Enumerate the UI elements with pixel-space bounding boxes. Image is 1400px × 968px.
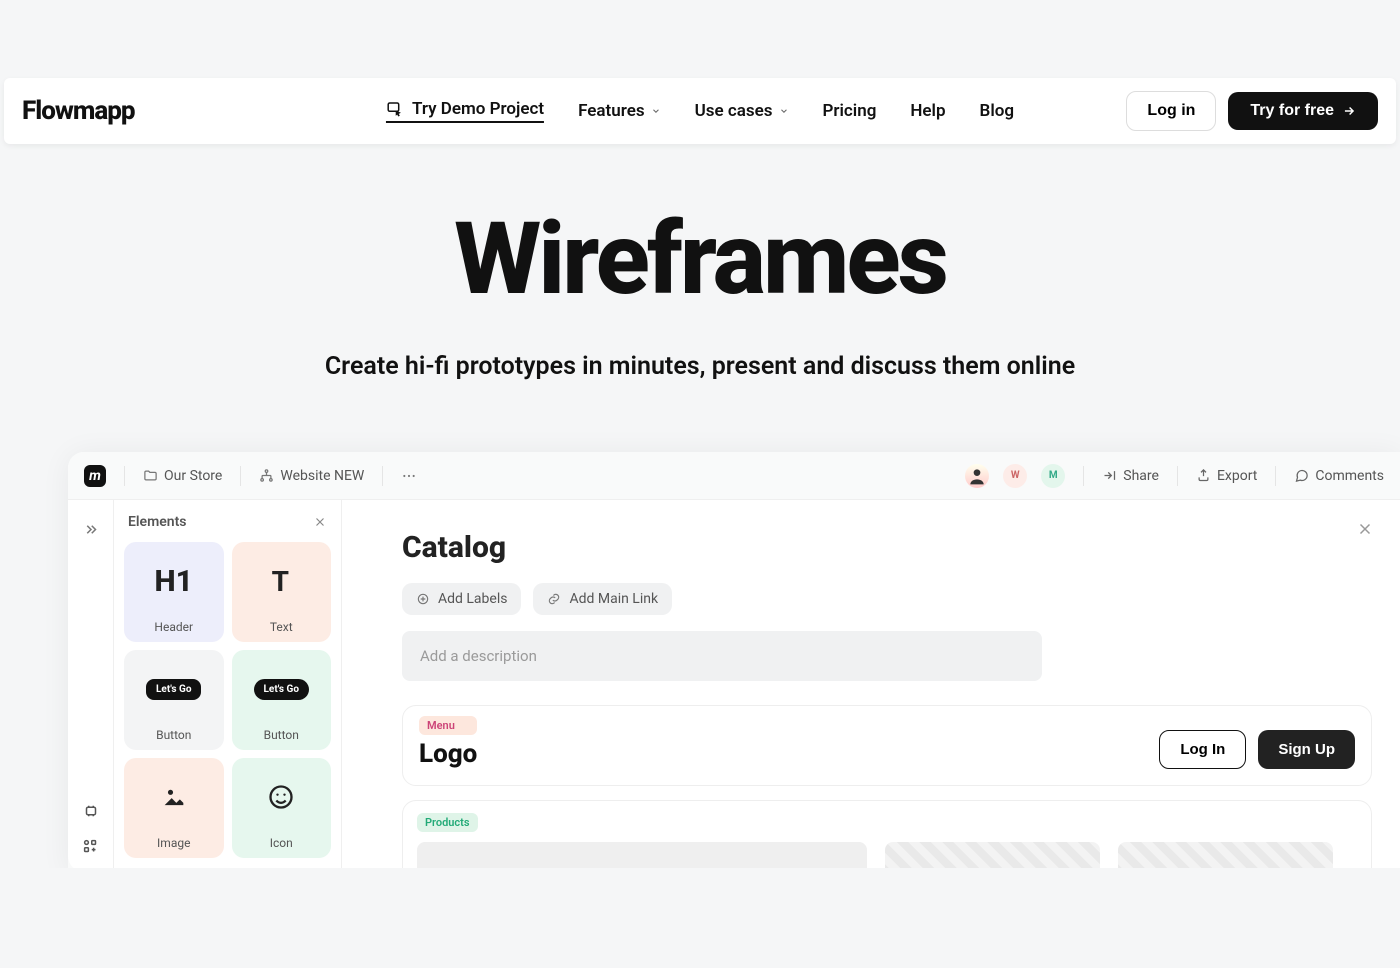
login-button[interactable]: Log in xyxy=(1126,91,1216,131)
add-link-text: Add Main Link xyxy=(569,591,658,607)
wireframe-menu-block[interactable]: Menu Logo Log In Sign Up xyxy=(402,705,1372,786)
tag-plus-icon xyxy=(416,592,430,606)
wireframe-signup-button[interactable]: Sign Up xyxy=(1258,730,1355,769)
share-icon xyxy=(1102,468,1117,483)
image-icon xyxy=(160,783,188,811)
bottom-mask xyxy=(0,868,1400,968)
separator xyxy=(1177,466,1178,486)
element-header-label: Header xyxy=(154,620,193,642)
nav-help-label: Help xyxy=(910,101,945,121)
element-button2-label: Button xyxy=(264,728,299,750)
separator xyxy=(382,466,383,486)
element-header-vis: H1 xyxy=(124,542,224,620)
brand-logo[interactable]: Flowmapp xyxy=(22,96,135,126)
nav-features[interactable]: Features xyxy=(578,101,661,121)
crumb-file[interactable]: Website NEW xyxy=(259,468,364,484)
nav-pricing-label: Pricing xyxy=(822,101,876,121)
add-labels-text: Add Labels xyxy=(438,591,507,607)
avatar-m[interactable]: M xyxy=(1041,464,1065,488)
hero-title: Wireframes xyxy=(0,210,1400,310)
folder-icon xyxy=(143,468,158,483)
share-button[interactable]: Share xyxy=(1102,468,1159,484)
element-text-label: Text xyxy=(270,620,293,642)
element-button-round[interactable]: Let's Go Button xyxy=(232,650,332,750)
element-image-label: Image xyxy=(157,836,190,858)
crumb-file-label: Website NEW xyxy=(280,468,364,484)
pill-round: Let's Go xyxy=(254,679,309,700)
wireframe-login-button[interactable]: Log In xyxy=(1159,730,1246,769)
nav-demo-label: Try Demo Project xyxy=(412,99,544,119)
element-icon-label: Icon xyxy=(270,836,293,858)
close-icon[interactable] xyxy=(313,515,327,529)
tag-products: Products xyxy=(417,813,478,832)
close-icon[interactable] xyxy=(1356,520,1374,538)
app-logo-icon[interactable]: m xyxy=(84,465,106,487)
element-button-square[interactable]: Let's Go Button xyxy=(124,650,224,750)
cursor-click-icon xyxy=(386,100,404,118)
nav-blog-label: Blog xyxy=(980,101,1015,121)
chevron-down-icon xyxy=(651,106,661,116)
element-icon[interactable]: Icon xyxy=(232,758,332,858)
separator xyxy=(1275,466,1276,486)
nav-center: Try Demo Project Features Use cases Pric… xyxy=(386,99,1014,123)
add-labels-chip[interactable]: Add Labels xyxy=(402,583,521,615)
nav-usecases[interactable]: Use cases xyxy=(695,101,789,121)
collapse-icon[interactable] xyxy=(82,522,100,540)
element-button1-label: Button xyxy=(156,728,191,750)
nav-try-demo[interactable]: Try Demo Project xyxy=(386,99,544,123)
export-label: Export xyxy=(1217,468,1257,484)
hero-subtitle: Create hi-fi prototypes in minutes, pres… xyxy=(0,352,1400,381)
crumb-project-label: Our Store xyxy=(164,468,222,484)
left-rail xyxy=(68,500,114,872)
canvas[interactable]: Catalog Add Labels Add Main xyxy=(342,500,1400,872)
try-free-label: Try for free xyxy=(1250,102,1334,120)
nav-blog[interactable]: Blog xyxy=(980,101,1015,121)
export-button[interactable]: Export xyxy=(1196,468,1257,484)
crumb-project[interactable]: Our Store xyxy=(143,468,222,484)
separator xyxy=(1083,466,1084,486)
app-topbar: m Our Store Website NEW W M xyxy=(68,452,1400,500)
hero: Wireframes Create hi-fi prototypes in mi… xyxy=(0,210,1400,381)
canvas-wrap: Catalog Add Labels Add Main xyxy=(342,500,1400,872)
nav-features-label: Features xyxy=(578,101,645,121)
wireframe-products-block[interactable]: Products Overline xyxy=(402,800,1372,872)
link-icon xyxy=(547,592,561,606)
app-preview: m Our Store Website NEW W M xyxy=(68,452,1400,872)
smile-icon xyxy=(267,783,295,811)
try-free-button[interactable]: Try for free xyxy=(1228,92,1378,130)
export-icon xyxy=(1196,468,1211,483)
page-title[interactable]: Catalog xyxy=(402,530,1372,565)
elements-panel: Elements H1 Header T Text Let's Go Butto… xyxy=(114,500,342,872)
nav-right: Log in Try for free xyxy=(1126,91,1378,131)
tag-menu: Menu xyxy=(419,716,477,735)
wireframe-logo: Logo xyxy=(419,739,477,769)
add-component-icon[interactable] xyxy=(82,838,100,856)
avatar-w[interactable]: W xyxy=(1003,464,1027,488)
description-input[interactable]: Add a description xyxy=(402,631,1042,681)
more-menu[interactable] xyxy=(401,468,417,484)
navbar: Flowmapp Try Demo Project Features Use c… xyxy=(4,78,1396,144)
separator xyxy=(240,466,241,486)
avatar-user[interactable] xyxy=(965,464,989,488)
element-text-vis: T xyxy=(232,542,332,620)
comment-icon xyxy=(1294,468,1309,483)
nav-pricing[interactable]: Pricing xyxy=(822,101,876,121)
element-image[interactable]: Image xyxy=(124,758,224,858)
nav-usecases-label: Use cases xyxy=(695,101,773,121)
comments-label: Comments xyxy=(1315,468,1384,484)
element-header[interactable]: H1 Header xyxy=(124,542,224,642)
frame-icon[interactable] xyxy=(82,802,100,820)
sitemap-icon xyxy=(259,468,274,483)
element-text[interactable]: T Text xyxy=(232,542,332,642)
chevron-down-icon xyxy=(778,106,788,116)
comments-button[interactable]: Comments xyxy=(1294,468,1384,484)
add-link-chip[interactable]: Add Main Link xyxy=(533,583,672,615)
dots-icon xyxy=(401,468,417,484)
separator xyxy=(124,466,125,486)
pill-square: Let's Go xyxy=(146,679,201,700)
share-label: Share xyxy=(1123,468,1159,484)
nav-help[interactable]: Help xyxy=(910,101,945,121)
panel-title: Elements xyxy=(128,514,186,530)
arrow-right-icon xyxy=(1342,104,1356,118)
